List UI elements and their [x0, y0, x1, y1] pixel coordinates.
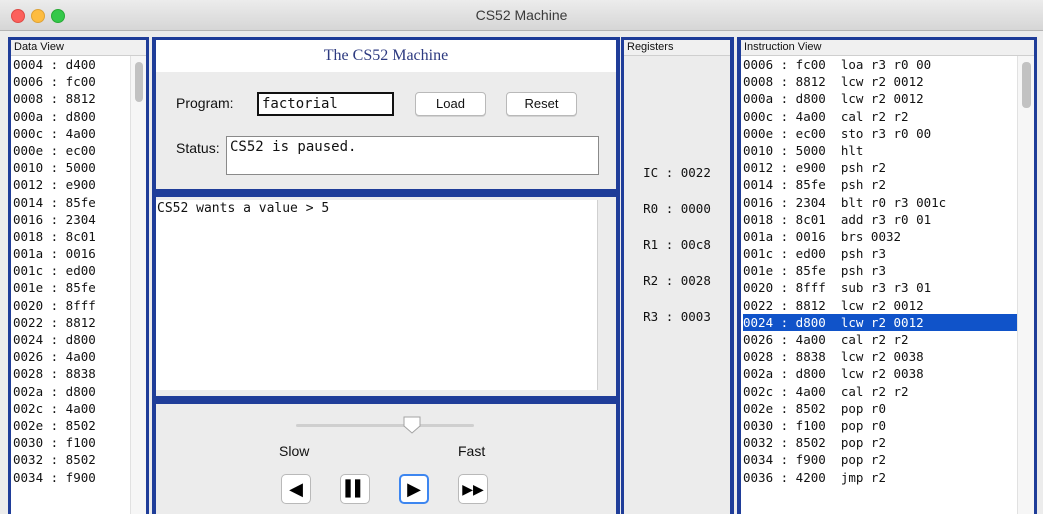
play-button[interactable]: ▶ — [399, 474, 429, 504]
instruction-row[interactable]: 0012 : e900 psh r2 — [743, 159, 1034, 176]
window-title: CS52 Machine — [475, 7, 568, 23]
data-view-row[interactable]: 000a : d800 — [13, 108, 146, 125]
status-label: Status: — [176, 140, 220, 156]
data-view-row[interactable]: 0024 : d800 — [13, 331, 146, 348]
data-view-row[interactable]: 000e : ec00 — [13, 142, 146, 159]
data-view-row[interactable]: 0034 : f900 — [13, 469, 146, 486]
data-view-panel: Data View 0004 : d400 0006 : fc00 0008 : 8… — [11, 40, 146, 514]
machine-panel: The CS52 Machine Program: factorial Load… — [156, 40, 616, 189]
data-view-row[interactable]: 0028 : 8838 — [13, 365, 146, 382]
data-view-row[interactable]: 002a : d800 — [13, 383, 146, 400]
data-view-row[interactable]: 001c : ed00 — [13, 262, 146, 279]
data-view-row[interactable]: 0016 : 2304 — [13, 211, 146, 228]
instruction-row[interactable]: 002c : 4a00 cal r2 r2 — [743, 383, 1034, 400]
instruction-view-header: Instruction View — [741, 40, 1034, 56]
data-view-row[interactable]: 0032 : 8502 — [13, 451, 146, 468]
data-view-row[interactable]: 0030 : f100 — [13, 434, 146, 451]
instruction-row[interactable]: 001a : 0016 brs 0032 — [743, 228, 1034, 245]
data-view-row[interactable]: 000c : 4a00 — [13, 125, 146, 142]
status-field: CS52 is paused. — [226, 136, 599, 175]
step-back-button[interactable]: ◀ — [281, 474, 311, 504]
instruction-row[interactable]: 001e : 85fe psh r3 — [743, 262, 1034, 279]
data-view-header: Data View — [11, 40, 146, 56]
data-view-row[interactable]: 0010 : 5000 — [13, 159, 146, 176]
instruction-view-scroll-thumb[interactable] — [1022, 62, 1031, 108]
speed-slider-knob[interactable] — [403, 416, 421, 434]
data-view-row[interactable]: 002c : 4a00 — [13, 400, 146, 417]
instruction-row[interactable]: 0020 : 8fff sub r3 r3 01 — [743, 279, 1034, 296]
load-button[interactable]: Load — [415, 92, 486, 116]
instruction-row[interactable]: 0014 : 85fe psh r2 — [743, 176, 1034, 193]
data-view-row[interactable]: 0008 : 8812 — [13, 90, 146, 107]
instruction-row[interactable]: 0010 : 5000 hlt — [743, 142, 1034, 159]
register-r0: R0 : 0000 — [643, 201, 711, 216]
data-view-row[interactable]: 002e : 8502 — [13, 417, 146, 434]
program-label: Program: — [176, 95, 234, 111]
instruction-row[interactable]: 0028 : 8838 lcw r2 0038 — [743, 348, 1034, 365]
instruction-view-scrollbar[interactable] — [1017, 56, 1034, 514]
instruction-row[interactable]: 0022 : 8812 lcw r2 0012 — [743, 297, 1034, 314]
registers-panel: Registers IC : 0022 R0 : 0000 R1 : 00c8 … — [624, 40, 730, 514]
data-view-row[interactable]: 0012 : e900 — [13, 176, 146, 193]
fast-label: Fast — [458, 443, 486, 459]
data-view-list[interactable]: 0004 : d400 0006 : fc00 0008 : 8812 000a : … — [11, 56, 146, 486]
instruction-row[interactable]: 0024 : d800 lcw r2 0012 — [743, 313, 1034, 331]
data-view-scrollbar[interactable] — [130, 56, 146, 514]
instruction-view-panel: Instruction View 0006 : fc00 loa r3 r0 0… — [741, 40, 1034, 514]
data-view-row[interactable]: 001e : 85fe — [13, 279, 146, 296]
machine-title: The CS52 Machine — [323, 47, 449, 64]
data-view-row[interactable]: 0006 : fc00 — [13, 73, 146, 90]
console-panel: CS52 wants a value > 5 — [156, 197, 616, 396]
data-view-row[interactable]: 0020 : 8fff — [13, 297, 146, 314]
data-view-row[interactable]: 0004 : d400 — [13, 56, 146, 73]
instruction-row[interactable]: 002a : d800 lcw r2 0038 — [743, 365, 1034, 382]
instruction-row[interactable]: 0008 : 8812 lcw r2 0012 — [743, 73, 1034, 90]
instruction-row[interactable]: 000e : ec00 sto r3 r0 00 — [743, 125, 1034, 142]
data-view-scroll-thumb[interactable] — [135, 62, 143, 102]
data-view-row[interactable]: 0022 : 8812 — [13, 314, 146, 331]
register-r2: R2 : 0028 — [643, 273, 711, 288]
instruction-row[interactable]: 0018 : 8c01 add r3 r0 01 — [743, 211, 1034, 228]
program-input[interactable]: factorial — [257, 92, 394, 116]
play-icon: ▶ — [407, 479, 421, 499]
slow-label: Slow — [279, 443, 310, 459]
instruction-row[interactable]: 0016 : 2304 blt r0 r3 001c — [743, 194, 1034, 211]
pause-icon: ▌▌ — [345, 480, 365, 497]
instruction-view-list[interactable]: 0006 : fc00 loa r3 r0 00 0008 : 8812 lcw … — [741, 56, 1034, 486]
instruction-row[interactable]: 0006 : fc00 loa r3 r0 00 — [743, 56, 1034, 73]
fast-forward-button[interactable]: ▶▶ — [458, 474, 488, 504]
reset-button[interactable]: Reset — [506, 92, 577, 116]
register-ic: IC : 0022 — [643, 165, 711, 180]
pause-button[interactable]: ▌▌ — [340, 474, 370, 504]
data-view-row[interactable]: 0026 : 4a00 — [13, 348, 146, 365]
speed-slider-track[interactable] — [296, 424, 474, 427]
fast-forward-icon: ▶▶ — [462, 481, 484, 497]
console-output[interactable]: CS52 wants a value > 5 — [156, 200, 598, 390]
instruction-row[interactable]: 000c : 4a00 cal r2 r2 — [743, 108, 1034, 125]
title-bar: CS52 Machine — [0, 0, 1043, 31]
registers-list: IC : 0022 R0 : 0000 R1 : 00c8 R2 : 0028 … — [624, 40, 730, 514]
instruction-row[interactable]: 0030 : f100 pop r0 — [743, 417, 1034, 434]
instruction-row[interactable]: 001c : ed00 psh r3 — [743, 245, 1034, 262]
instruction-row[interactable]: 000a : d800 lcw r2 0012 — [743, 90, 1034, 107]
instruction-row[interactable]: 0034 : f900 pop r2 — [743, 451, 1034, 468]
data-view-row[interactable]: 0018 : 8c01 — [13, 228, 146, 245]
instruction-row[interactable]: 0032 : 8502 pop r2 — [743, 434, 1034, 451]
instruction-row[interactable]: 0036 : 4200 jmp r2 — [743, 469, 1034, 486]
register-r1: R1 : 00c8 — [643, 237, 711, 252]
data-view-row[interactable]: 0014 : 85fe — [13, 194, 146, 211]
register-r3: R3 : 0003 — [643, 309, 711, 324]
step-back-icon: ◀ — [289, 479, 303, 499]
data-view-row[interactable]: 001a : 0016 — [13, 245, 146, 262]
instruction-row[interactable]: 0026 : 4a00 cal r2 r2 — [743, 331, 1034, 348]
controls-panel: Slow Fast ◀ ▌▌ ▶ ▶▶ — [156, 404, 616, 514]
instruction-row[interactable]: 002e : 8502 pop r0 — [743, 400, 1034, 417]
